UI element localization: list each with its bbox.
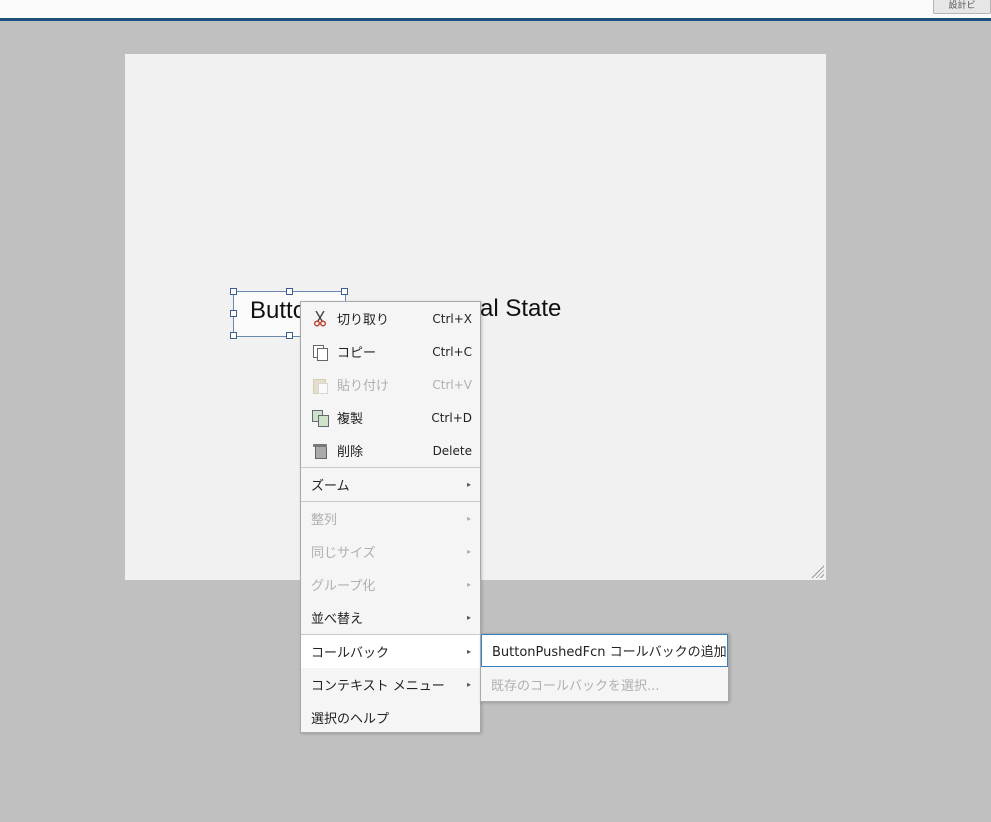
submenu-arrow-icon: ▸	[466, 580, 471, 589]
menu-item-group: グループ化 ▸	[311, 579, 471, 594]
context-menu: 切り取り Ctrl+X コピー Ctrl+C 貼り付け Ctrl+V 複製 Ct…	[300, 301, 481, 733]
design-view-button[interactable]: 設計ビ	[933, 0, 991, 14]
submenu-arrow-icon: ▸	[466, 680, 471, 689]
menu-item-delete[interactable]: 削除 Delete	[301, 434, 480, 467]
resize-handle-middle-left[interactable]	[230, 310, 237, 317]
menu-item-help-on-selection[interactable]: 選択のヘルプ	[301, 701, 480, 734]
lamp-label[interactable]: al State	[480, 295, 561, 323]
resize-handle-top-center[interactable]	[286, 288, 293, 295]
callback-submenu: ButtonPushedFcn コールバックの追加 既存のコールバックを選択..…	[480, 633, 729, 702]
menu-item-reorder[interactable]: 並べ替え ▸	[301, 601, 480, 634]
paste-icon	[312, 377, 328, 394]
menu-item-callback[interactable]: コールバック ▸	[301, 635, 480, 668]
resize-handle-bottom-left[interactable]	[230, 332, 237, 339]
select-existing-callback: 既存のコールバックを選択...	[491, 679, 660, 694]
submenu-arrow-icon: ▸	[466, 547, 471, 556]
menu-item-duplicate[interactable]: 複製 Ctrl+D	[301, 401, 480, 434]
add-buttonpushedfcn-callback[interactable]: ButtonPushedFcn コールバックの追加	[481, 634, 728, 667]
menu-item-paste: 貼り付け Ctrl+V	[301, 368, 480, 401]
submenu-arrow-icon: ▸	[466, 480, 471, 489]
duplicate-icon	[312, 409, 329, 427]
top-toolbar: 設計ビ	[0, 0, 991, 21]
submenu-arrow-icon: ▸	[466, 647, 471, 656]
canvas-resize-grip[interactable]	[810, 564, 824, 578]
submenu-arrow-icon: ▸	[466, 613, 471, 622]
menu-item-copy[interactable]: コピー Ctrl+C	[301, 335, 480, 368]
resize-handle-bottom-center[interactable]	[286, 332, 293, 339]
menu-item-same-size: 同じサイズ ▸	[311, 546, 471, 561]
menu-item-context-menu[interactable]: コンテキスト メニュー ▸	[301, 668, 480, 701]
resize-handle-top-left[interactable]	[230, 288, 237, 295]
scissors-icon	[312, 310, 328, 327]
menu-item-zoom[interactable]: ズーム ▸	[301, 468, 480, 501]
menu-item-cut[interactable]: 切り取り Ctrl+X	[301, 302, 480, 335]
submenu-arrow-icon: ▸	[466, 514, 471, 523]
resize-handle-top-right[interactable]	[341, 288, 348, 295]
menu-item-align: 整列 ▸	[311, 513, 471, 528]
copy-icon	[312, 344, 328, 361]
trash-icon	[312, 443, 328, 459]
